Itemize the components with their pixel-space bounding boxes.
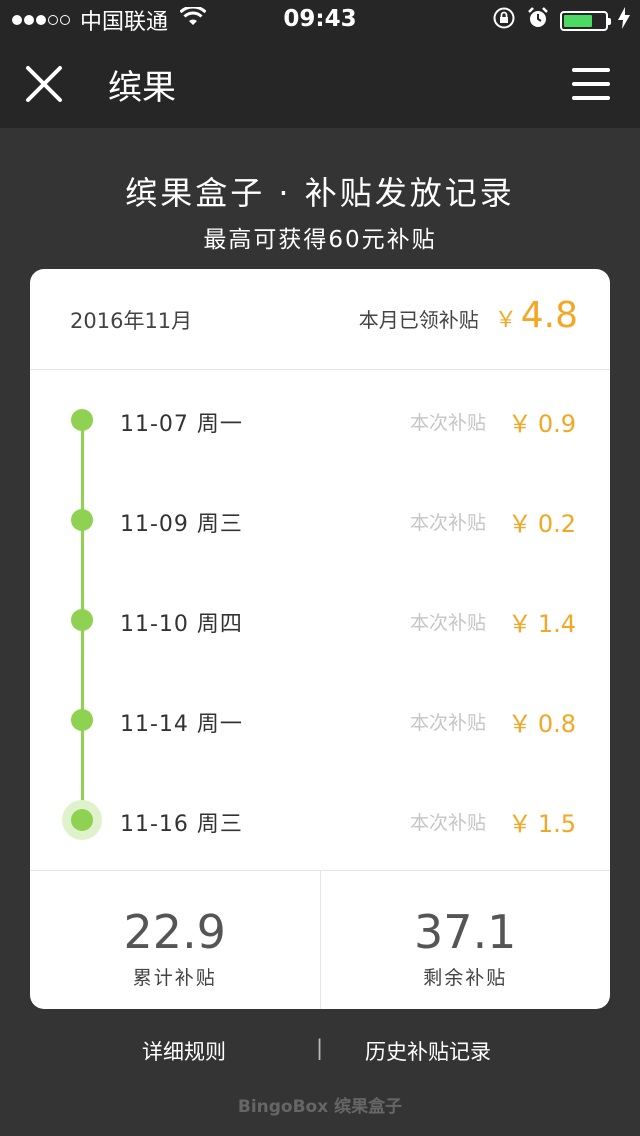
timeline-amount: ￥ 1.4 — [508, 604, 576, 639]
timeline-date: 11-07 周一 — [120, 412, 243, 437]
close-icon[interactable] — [24, 64, 64, 104]
status-bar: 中国联通 09:43 — [0, 0, 640, 40]
timeline-item-latest: 11-16 周三 本次补贴 ￥ 1.5 — [30, 800, 610, 840]
timeline-item: 11-09 周三 本次补贴 ￥ 0.2 — [30, 500, 610, 540]
timeline-date: 11-09 周三 — [120, 512, 243, 537]
signal-strength-icon — [12, 15, 70, 25]
rotation-lock-icon — [492, 6, 516, 36]
currency-symbol: ￥ — [507, 410, 532, 438]
amount-value: 0.8 — [537, 710, 576, 738]
timeline-label: 本次补贴 — [410, 512, 487, 534]
timeline-dot — [71, 609, 93, 631]
month-total-label: 本月已领补贴 — [358, 308, 479, 332]
alarm-icon — [526, 6, 550, 36]
month-total-value: 4.8 — [520, 295, 578, 336]
card-header: 2016年11月 本月已领补贴 ￥ 4.8 — [30, 269, 610, 370]
subsidy-card: 2016年11月 本月已领补贴 ￥ 4.8 11-07 周一 本次补贴 ￥ 0.9… — [30, 269, 610, 1009]
timeline-item: 11-07 周一 本次补贴 ￥ 0.9 — [30, 400, 610, 440]
stat-label: 剩余补贴 — [423, 967, 508, 989]
currency-symbol: ￥ — [507, 510, 532, 538]
timeline-amount: ￥ 0.8 — [508, 704, 576, 739]
currency-symbol: ￥ — [507, 710, 532, 738]
page-title: 缤果盒子 · 补贴发放记录 — [125, 174, 515, 212]
amount-value: 0.2 — [537, 510, 576, 538]
timeline-date: 11-14 周一 — [120, 712, 243, 737]
stat-value: 22.9 — [123, 905, 226, 959]
timeline-dot — [71, 709, 93, 731]
charging-icon — [618, 7, 630, 35]
footer-links: 详细规则 | 历史补贴记录 — [0, 1036, 640, 1072]
carrier-name: 中国联通 — [80, 10, 169, 35]
currency-symbol: ￥ — [494, 308, 517, 333]
wifi-icon — [179, 5, 207, 33]
battery-icon — [560, 11, 611, 31]
timeline-item: 11-14 周一 本次补贴 ￥ 0.8 — [30, 700, 610, 740]
card-stats: 22.9 累计补贴 37.1 剩余补贴 — [30, 870, 610, 1009]
stat-remaining: 37.1 剩余补贴 — [319, 871, 611, 1009]
link-separator: | — [316, 1036, 324, 1060]
timeline-amount: ￥ 1.5 — [508, 804, 576, 839]
timeline-label: 本次补贴 — [410, 812, 487, 834]
page-subtitle: 最高可获得60元补贴 — [203, 227, 437, 253]
currency-symbol: ￥ — [507, 810, 532, 838]
amount-value: 0.9 — [537, 410, 576, 438]
history-link[interactable]: 历史补贴记录 — [365, 1036, 491, 1066]
timeline-amount: ￥ 0.2 — [508, 504, 576, 539]
timeline-label: 本次补贴 — [410, 712, 487, 734]
nav-title: 缤果 — [108, 67, 176, 108]
subsidy-timeline: 11-07 周一 本次补贴 ￥ 0.9 11-09 周三 本次补贴 ￥ 0.2 11… — [30, 370, 610, 870]
timeline-item: 11-10 周四 本次补贴 ￥ 1.4 — [30, 600, 610, 640]
timeline-dot — [71, 509, 93, 531]
timeline-amount: ￥ 0.9 — [508, 404, 576, 439]
stat-total: 22.9 累计补贴 — [30, 871, 320, 1009]
nav-bar: 缤果 — [0, 40, 640, 128]
menu-icon[interactable] — [572, 68, 610, 100]
timeline-label: 本次补贴 — [410, 412, 487, 434]
month-total: 本月已领补贴 ￥ 4.8 — [359, 295, 578, 336]
stat-value: 37.1 — [414, 905, 517, 959]
amount-value: 1.4 — [537, 610, 576, 638]
currency-symbol: ￥ — [507, 610, 532, 638]
timeline-dot — [71, 409, 93, 431]
amount-value: 1.5 — [537, 810, 576, 838]
brand-logo: BingoBox 缤果盒子 — [237, 1097, 403, 1117]
month-label: 2016年11月 — [70, 309, 193, 333]
stat-label: 累计补贴 — [132, 967, 217, 989]
timeline-date: 11-10 周四 — [120, 612, 243, 637]
rules-link[interactable]: 详细规则 — [142, 1036, 226, 1066]
timeline-dot — [71, 809, 93, 831]
timeline-label: 本次补贴 — [410, 612, 487, 634]
timeline-date: 11-16 周三 — [120, 812, 243, 837]
